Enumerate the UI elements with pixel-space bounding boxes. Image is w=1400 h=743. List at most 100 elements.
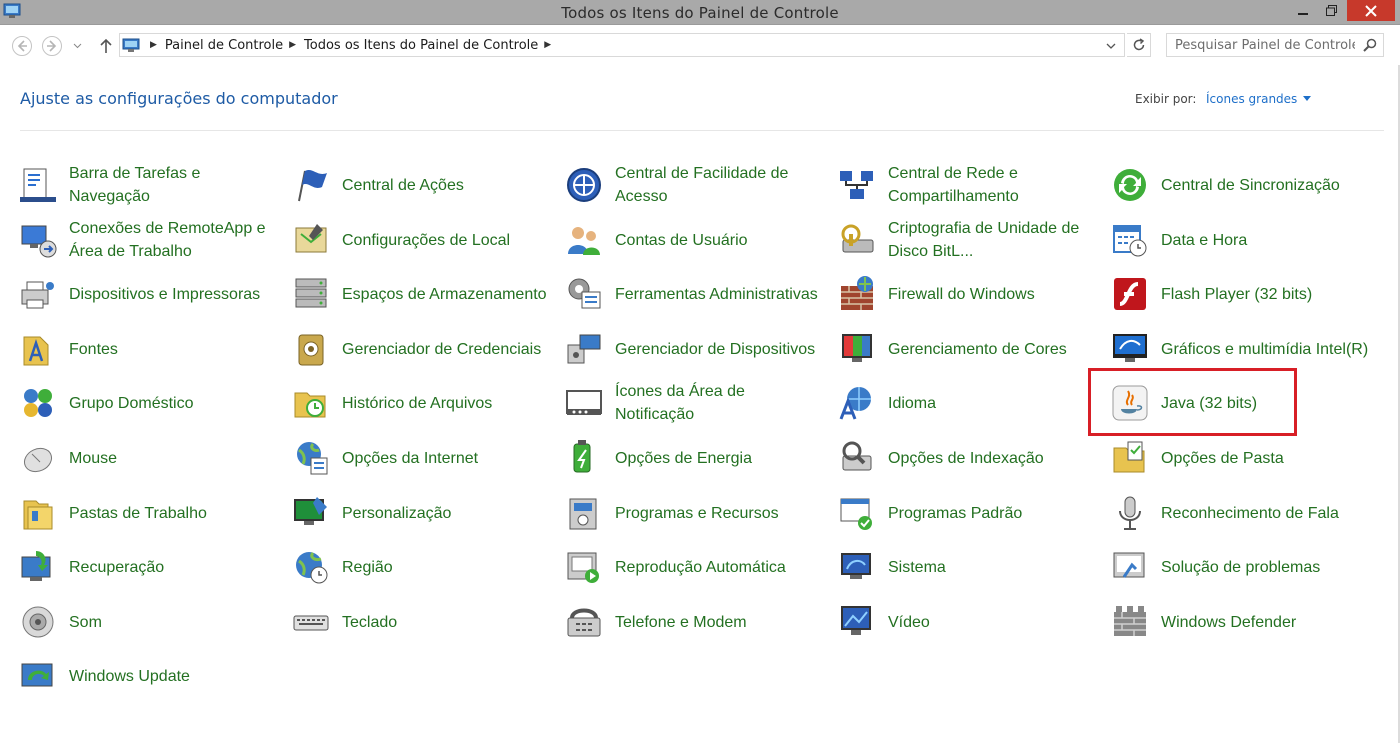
control-panel-item[interactable]: Firewall do Windows (837, 267, 1099, 321)
control-panel-item[interactable]: Opções de Pasta (1110, 431, 1372, 485)
control-panel-item[interactable]: Reconhecimento de Fala (1110, 486, 1372, 540)
programs-icon[interactable] (564, 493, 604, 533)
control-panel-item-label[interactable]: Central de Facilidade de Acesso (615, 162, 826, 208)
control-panel-item-label[interactable]: Espaços de Armazenamento (342, 283, 547, 306)
breadcrumb-all-items[interactable]: Todos os Itens do Painel de Controle (304, 38, 538, 53)
control-panel-item[interactable]: Ícones da Área de Notificação (564, 376, 826, 430)
control-panel-item-label[interactable]: Solução de problemas (1161, 556, 1320, 579)
control-panel-item[interactable]: Windows Update (18, 649, 280, 703)
view-by-dropdown[interactable]: Ícones grandes (1206, 92, 1312, 106)
folder-options-icon[interactable] (1110, 438, 1150, 478)
control-panel-item[interactable]: Central de Rede e Compartilhamento (837, 158, 1099, 212)
address-dropdown-icon[interactable] (1106, 39, 1116, 54)
users-icon[interactable] (564, 220, 604, 260)
control-panel-item[interactable]: Teclado (291, 595, 553, 649)
personalization-icon[interactable] (291, 493, 331, 533)
control-panel-item[interactable]: Opções da Internet (291, 431, 553, 485)
control-panel-item-label[interactable]: Mouse (69, 447, 117, 470)
default-programs-icon[interactable] (837, 493, 877, 533)
recovery-icon[interactable] (18, 547, 58, 587)
control-panel-item-label[interactable]: Programas Padrão (888, 502, 1022, 525)
control-panel-item[interactable]: Central de Facilidade de Acesso (564, 158, 826, 212)
control-panel-item[interactable]: Som (18, 595, 280, 649)
control-panel-item-label[interactable]: Opções de Energia (615, 447, 752, 470)
control-panel-item-label[interactable]: Som (69, 611, 102, 634)
control-panel-item-label[interactable]: Idioma (888, 392, 936, 415)
control-panel-item[interactable]: Opções de Indexação (837, 431, 1099, 485)
chevron-down-icon[interactable] (1303, 96, 1312, 102)
control-panel-item-label[interactable]: Telefone e Modem (615, 611, 747, 634)
device-manager-icon[interactable] (564, 329, 604, 369)
system-icon[interactable] (837, 547, 877, 587)
control-panel-item[interactable]: Idioma (837, 376, 1099, 430)
control-panel-item[interactable]: Data e Hora (1110, 213, 1372, 267)
recent-locations-chevron-icon[interactable] (68, 34, 86, 58)
work-folders-icon[interactable] (18, 493, 58, 533)
control-panel-item-label[interactable]: Histórico de Arquivos (342, 392, 492, 415)
control-panel-item[interactable]: Flash Player (32 bits) (1110, 267, 1372, 321)
mouse-icon[interactable] (18, 438, 58, 478)
control-panel-item-label[interactable]: Barra de Tarefas e Navegação (69, 162, 280, 208)
language-icon[interactable] (837, 383, 877, 423)
power-icon[interactable] (564, 438, 604, 478)
windows-update-icon[interactable] (18, 656, 58, 696)
indexing-icon[interactable] (837, 438, 877, 478)
calendar-clock-icon[interactable] (1110, 220, 1150, 260)
notification-icon[interactable] (564, 383, 604, 423)
control-panel-item-label[interactable]: Configurações de Local (342, 229, 510, 252)
region-icon[interactable] (291, 547, 331, 587)
control-panel-item[interactable]: Criptografia de Unidade de Disco BitL... (837, 213, 1099, 267)
control-panel-item-label[interactable]: Opções da Internet (342, 447, 478, 470)
control-panel-item-label[interactable]: Windows Defender (1161, 611, 1296, 634)
control-panel-item-label[interactable]: Reprodução Automática (615, 556, 786, 579)
control-panel-item[interactable]: Central de Sincronização (1110, 158, 1372, 212)
control-panel-item[interactable]: Ferramentas Administrativas (564, 267, 826, 321)
control-panel-item[interactable]: Telefone e Modem (564, 595, 826, 649)
control-panel-item[interactable]: Pastas de Trabalho (18, 486, 280, 540)
bitlocker-icon[interactable] (837, 220, 877, 260)
control-panel-item[interactable]: Opções de Energia (564, 431, 826, 485)
control-panel-item-label[interactable]: Personalização (342, 502, 451, 525)
control-panel-item[interactable]: Conexões de RemoteApp e Área de Trabalho (18, 213, 280, 267)
forward-button[interactable] (40, 34, 64, 58)
control-panel-item[interactable]: Mouse (18, 431, 280, 485)
search-icon[interactable] (1363, 38, 1377, 56)
breadcrumb-separator-icon[interactable]: ▶ (544, 40, 551, 50)
control-panel-item-label[interactable]: Central de Sincronização (1161, 174, 1340, 197)
control-panel-item-label[interactable]: Teclado (342, 611, 397, 634)
speaker-icon[interactable] (18, 602, 58, 642)
restore-button[interactable] (1318, 0, 1344, 21)
breadcrumb-separator-icon[interactable]: ▶ (150, 40, 157, 50)
control-panel-item-label[interactable]: Grupo Doméstico (69, 392, 194, 415)
flag-icon[interactable] (291, 165, 331, 205)
control-panel-item[interactable]: Fontes (18, 322, 280, 376)
control-panel-item[interactable]: Sistema (837, 540, 1099, 594)
control-panel-item[interactable]: Gerenciador de Credenciais (291, 322, 553, 376)
control-panel-item-label[interactable]: Central de Rede e Compartilhamento (888, 162, 1099, 208)
control-panel-item-label[interactable]: Flash Player (32 bits) (1161, 283, 1312, 306)
keyboard-icon[interactable] (291, 602, 331, 642)
control-panel-item-label[interactable]: Gerenciador de Dispositivos (615, 338, 815, 361)
troubleshoot-icon[interactable] (1110, 547, 1150, 587)
storage-icon[interactable] (291, 274, 331, 314)
control-panel-item-label[interactable]: Ferramentas Administrativas (615, 283, 818, 306)
search-input[interactable] (1175, 37, 1355, 53)
credential-icon[interactable] (291, 329, 331, 369)
flash-icon[interactable] (1110, 274, 1150, 314)
control-panel-item[interactable]: Central de Ações (291, 158, 553, 212)
control-panel-item-label[interactable]: Data e Hora (1161, 229, 1247, 252)
control-panel-item-label[interactable]: Firewall do Windows (888, 283, 1035, 306)
control-panel-item[interactable]: Programas e Recursos (564, 486, 826, 540)
control-panel-item-label[interactable]: Gerenciador de Credenciais (342, 338, 541, 361)
close-button[interactable] (1347, 0, 1395, 21)
breadcrumb-control-panel[interactable]: Painel de Controle (165, 38, 283, 53)
homegroup-icon[interactable] (18, 383, 58, 423)
refresh-button[interactable] (1127, 33, 1151, 57)
control-panel-item[interactable]: Personalização (291, 486, 553, 540)
control-panel-item-label[interactable]: Contas de Usuário (615, 229, 748, 252)
control-panel-item-label[interactable]: Opções de Pasta (1161, 447, 1284, 470)
defender-icon[interactable] (1110, 602, 1150, 642)
minimize-button[interactable] (1290, 0, 1316, 21)
microphone-icon[interactable] (1110, 493, 1150, 533)
control-panel-item-label[interactable]: Ícones da Área de Notificação (615, 380, 826, 426)
